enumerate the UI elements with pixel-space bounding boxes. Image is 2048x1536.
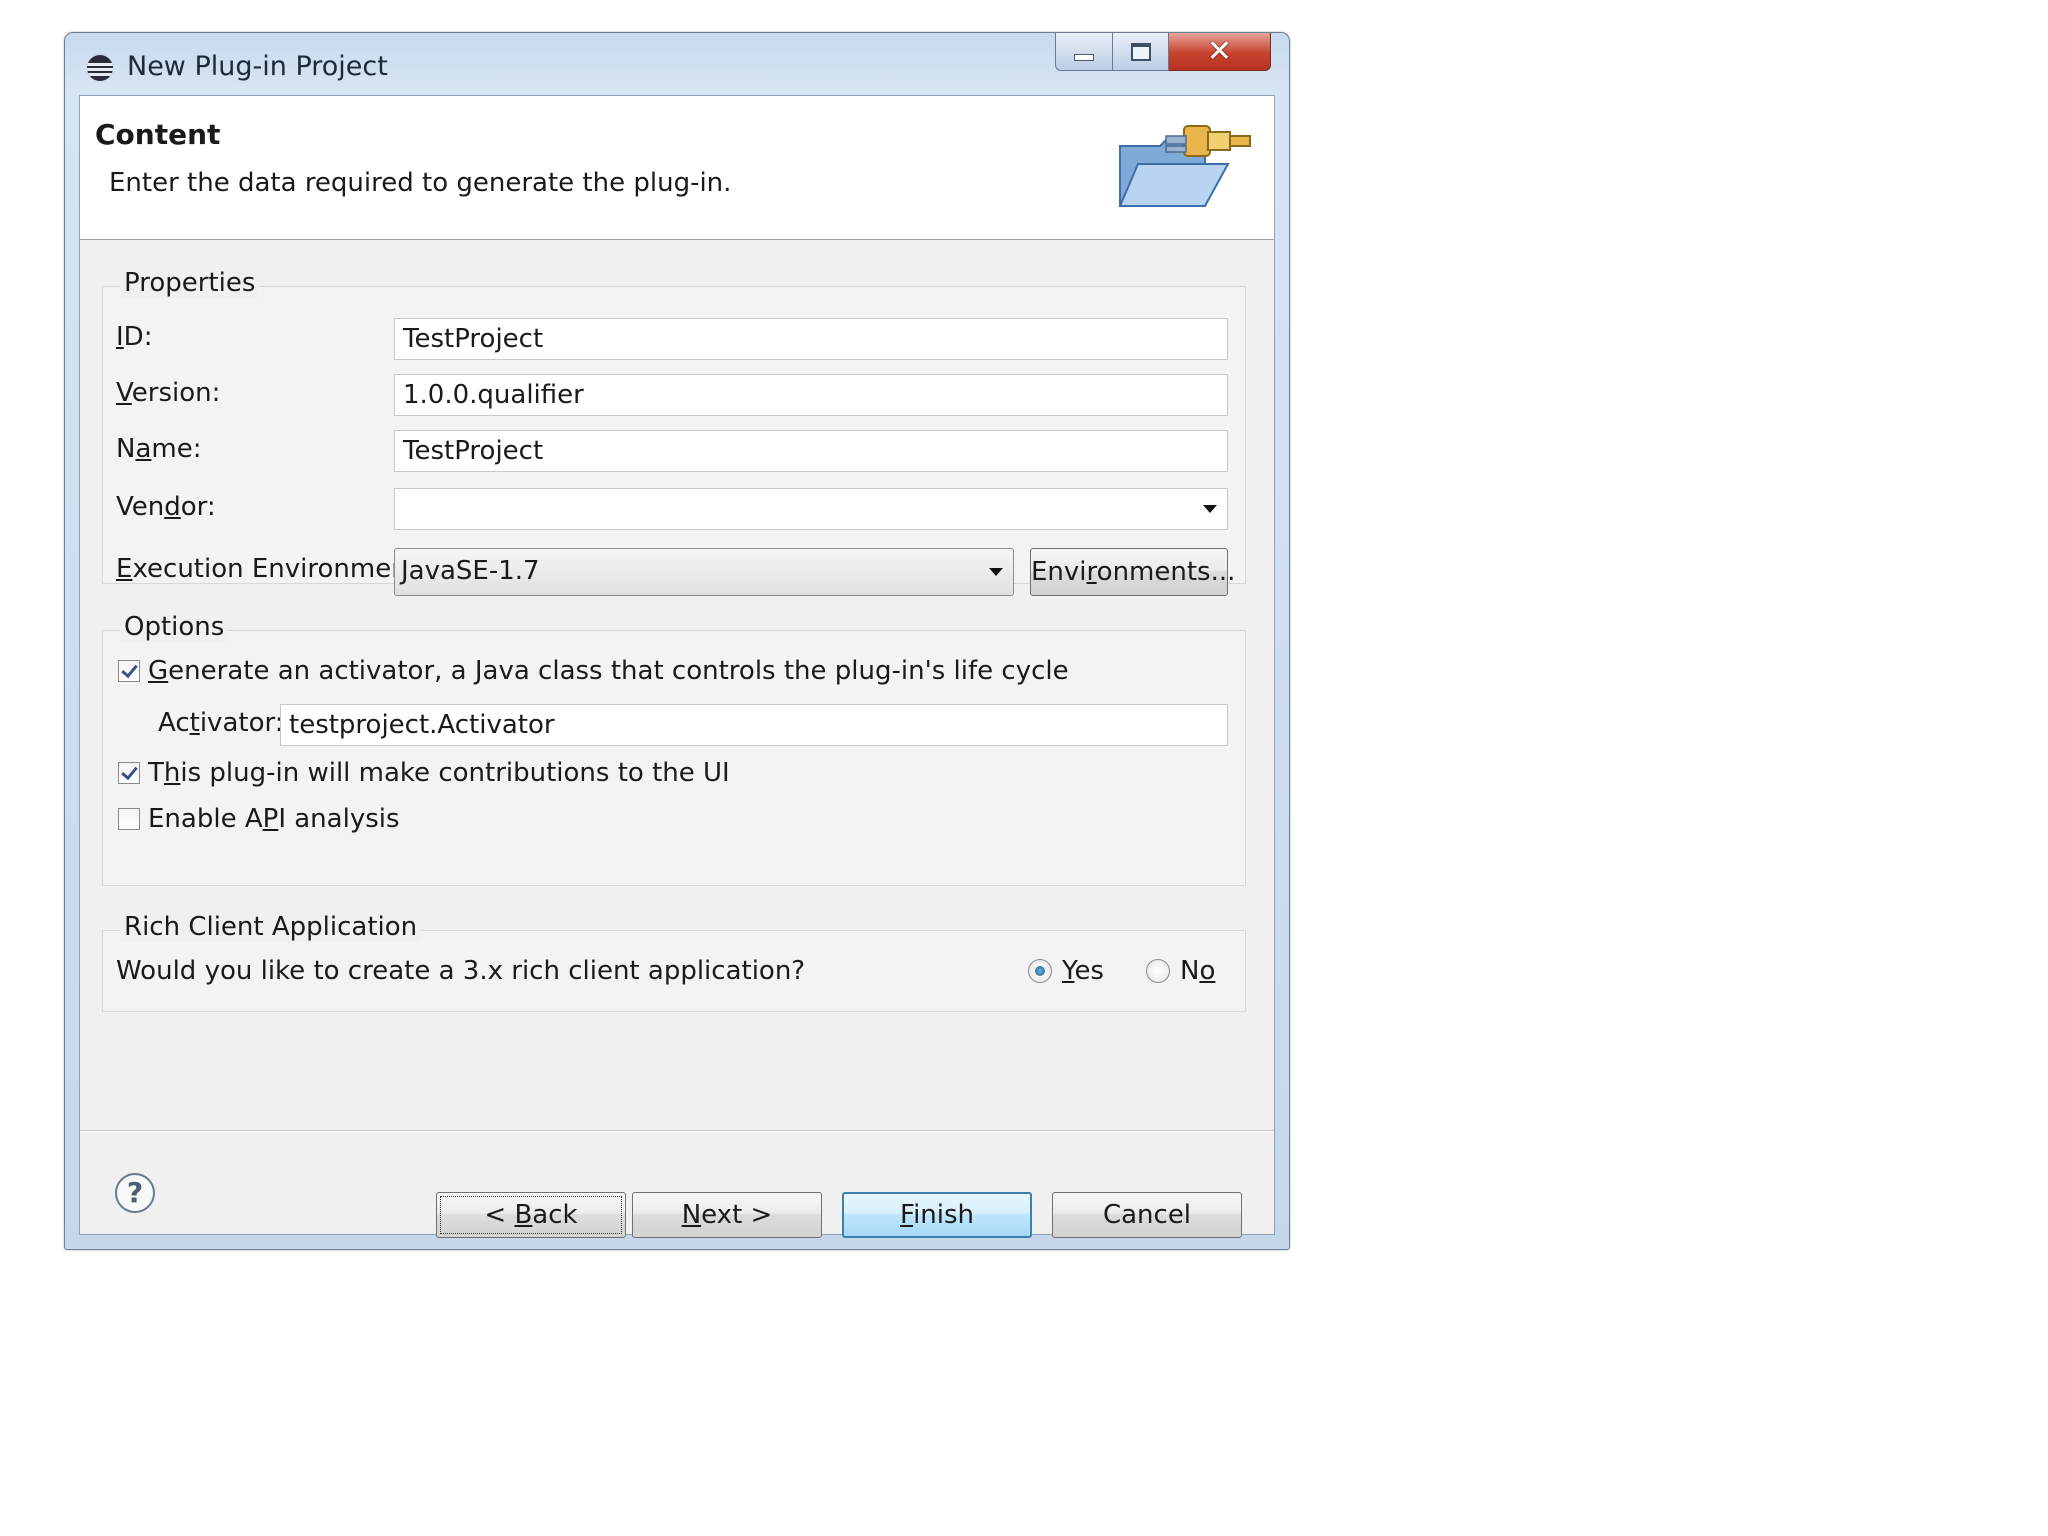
maximize-button[interactable] [1113,33,1169,71]
rca-no-label[interactable]: No [1180,956,1215,986]
vendor-label: Vendor: [116,492,216,522]
options-group-label: Options [120,612,229,642]
version-field[interactable]: 1.0.0.qualifier [394,374,1228,416]
minimize-button[interactable] [1055,33,1113,71]
dialog-window: New Plug-in Project ✕ Content Enter the … [64,32,1290,1250]
eclipse-icon [87,55,113,81]
page-description: Enter the data required to generate the … [109,168,732,198]
ui-contributions-label[interactable]: This plug-in will make contributions to … [148,758,730,788]
page-title: Content [95,118,221,151]
rca-group-label: Rich Client Application [120,912,422,942]
properties-group-label: Properties [120,268,260,298]
rca-group: Rich Client Application Would you like t… [102,912,1246,1012]
plugin-folder-icon [1118,125,1251,207]
version-label: Version: [116,378,221,408]
api-analysis-label[interactable]: Enable API analysis [148,804,400,834]
rca-no-radio[interactable] [1146,959,1170,983]
footer-separator [80,1130,1274,1132]
title-bar[interactable]: New Plug-in Project ✕ [65,33,1289,95]
chevron-down-icon [1203,505,1217,513]
maximize-icon [1130,42,1151,61]
properties-group: Properties ID: TestProject Version: 1.0.… [102,268,1246,596]
name-field[interactable]: TestProject [394,430,1228,472]
finish-button[interactable]: Finish [842,1192,1032,1238]
minimize-icon [1074,54,1094,61]
execution-environment-label: Execution Environment: [116,554,427,584]
close-icon: ✕ [1206,33,1233,69]
options-group: Options Generate an activator, a Java cl… [102,612,1246,886]
vendor-combo[interactable] [394,488,1228,530]
generate-activator-checkbox[interactable] [118,660,140,682]
id-field[interactable]: TestProject [394,318,1228,360]
activator-label: Activator: [158,708,284,738]
dialog-client-area: Content Enter the data required to gener… [79,95,1275,1238]
ui-contributions-checkbox[interactable] [118,762,140,784]
rca-yes-label[interactable]: Yes [1062,956,1104,986]
rca-yes-radio[interactable] [1028,959,1052,983]
window-controls: ✕ [1055,33,1273,73]
help-icon[interactable]: ? [115,1173,155,1213]
wizard-header: Content Enter the data required to gener… [80,96,1274,240]
id-label: ID: [116,322,153,352]
chevron-down-icon [989,568,1003,576]
execution-environment-value: JavaSE-1.7 [401,556,540,586]
rca-question: Would you like to create a 3.x rich clie… [116,956,806,986]
next-button[interactable]: Next > [632,1192,822,1238]
name-label: Name: [116,434,202,464]
cancel-button[interactable]: Cancel [1052,1192,1242,1238]
api-analysis-checkbox[interactable] [118,808,140,830]
close-button[interactable]: ✕ [1169,33,1271,71]
execution-environment-combo[interactable]: JavaSE-1.7 [394,548,1014,596]
activator-field[interactable]: testproject.Activator [280,704,1228,746]
window-title: New Plug-in Project [127,51,388,82]
back-button[interactable]: < Back [436,1192,626,1238]
generate-activator-label[interactable]: Generate an activator, a Java class that… [148,656,1069,686]
environments-button[interactable]: Environments... [1030,548,1235,596]
